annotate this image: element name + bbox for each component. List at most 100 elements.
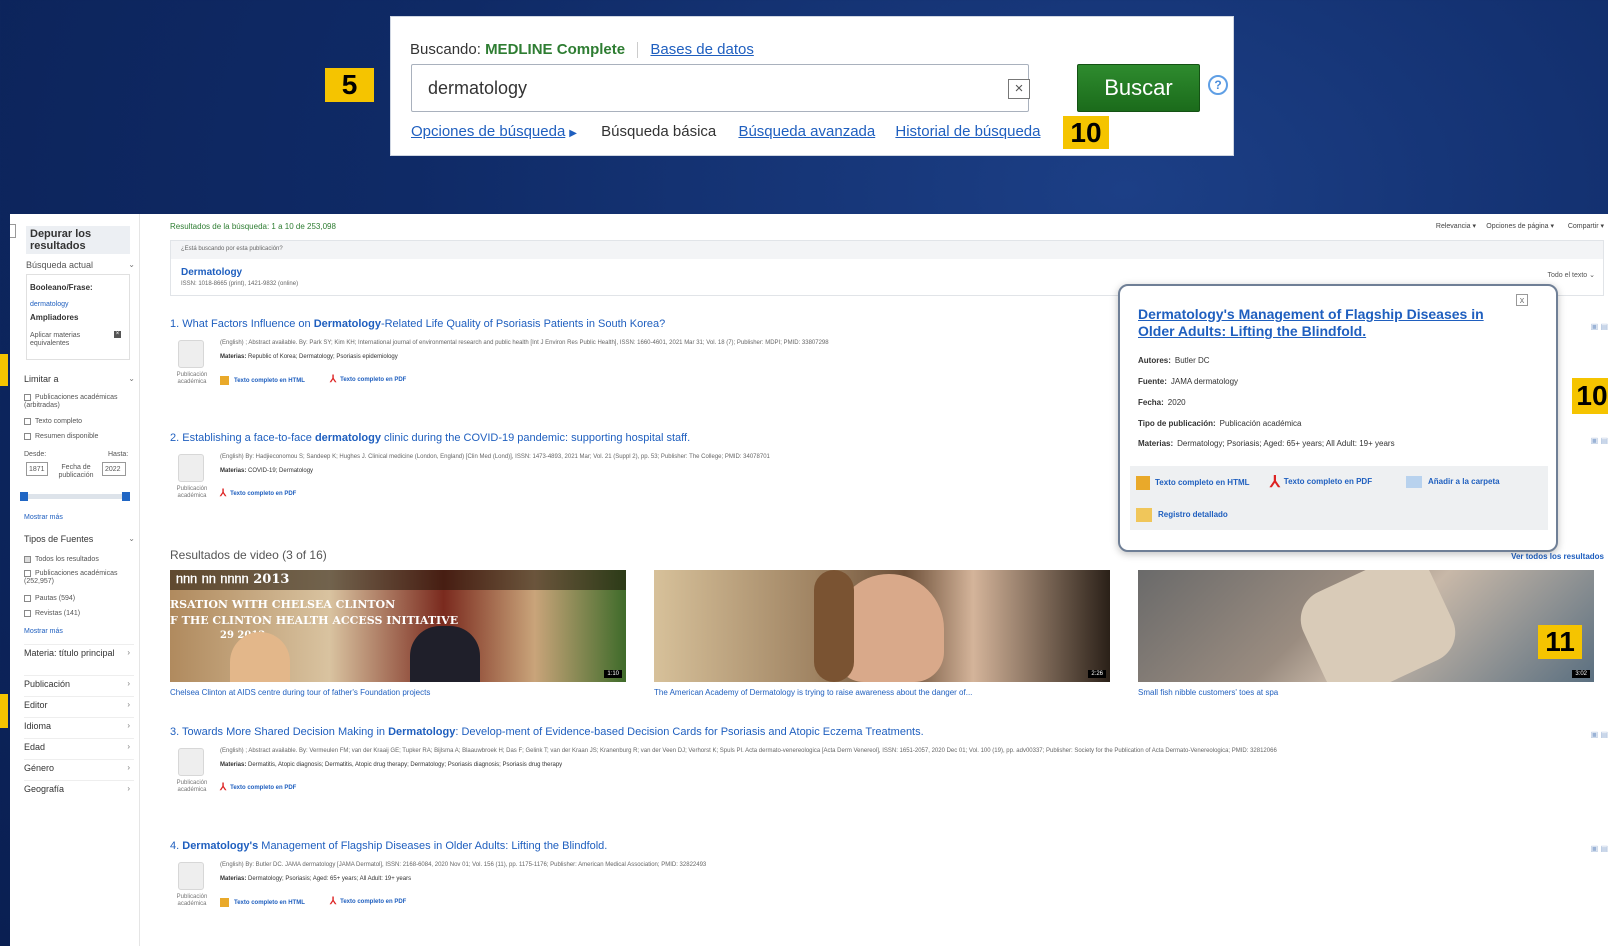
add-to-folder-icon[interactable]: ▣ ▤	[1591, 436, 1608, 445]
limit-scholarly[interactable]: Publicaciones académicas (arbitradas)	[24, 394, 134, 410]
video-caption-link[interactable]: Chelsea Clinton at AIDS centre during to…	[170, 688, 430, 697]
video-thumbnail-3[interactable]: 3:02	[1138, 570, 1594, 682]
search-options-link[interactable]: Opciones de búsqueda	[411, 123, 565, 140]
boolean-value-link[interactable]: dermatology	[30, 301, 69, 308]
subjects-label: Materias:	[220, 468, 247, 474]
html-fulltext-link[interactable]: Texto completo en HTML	[220, 898, 305, 907]
checkbox[interactable]	[24, 610, 31, 617]
clear-search-icon[interactable]: ×	[1008, 79, 1030, 99]
title-highlight: Dermatology's	[182, 840, 259, 852]
facet-language[interactable]: Idioma ›	[24, 717, 134, 731]
pub-name-link[interactable]: Dermatology	[181, 267, 242, 278]
date-slider-track[interactable]	[20, 492, 130, 501]
add-to-folder-icon[interactable]: ▣ ▤	[1591, 322, 1608, 331]
result-title-link[interactable]: 3. Towards More Shared Decision Making i…	[170, 726, 924, 738]
html-fulltext-link[interactable]: Texto completo en HTML	[220, 376, 305, 385]
popover-source: Fuente: JAMA dermatology	[1138, 377, 1238, 386]
source-all[interactable]: Todos los resultados	[24, 556, 99, 564]
result-title-link[interactable]: 4. Dermatology's Management of Flagship …	[170, 840, 607, 852]
popover-pdf-link[interactable]: ⅄ Texto completo en PDF	[1270, 472, 1372, 492]
show-more-link[interactable]: Mostrar más	[24, 628, 63, 635]
limit-label: Resumen disponible	[35, 433, 99, 440]
collapse-sidebar-icon[interactable]	[10, 224, 16, 238]
to-year-input[interactable]: 2022	[102, 462, 126, 476]
popover-detail-link[interactable]: Registro detallado	[1136, 508, 1228, 522]
popover-title-link[interactable]: Dermatology's Management of Flagship Dis…	[1138, 306, 1498, 340]
pdf-fulltext-link[interactable]: ⅄ Texto completo en PDF	[330, 896, 406, 907]
checkbox[interactable]	[24, 394, 31, 401]
facet-age[interactable]: Edad ›	[24, 738, 134, 752]
searching-label: Buscando:	[410, 41, 481, 58]
result-title-link[interactable]: 1. What Factors Influence on Dermatology…	[170, 318, 665, 330]
facet-gender[interactable]: Género ›	[24, 759, 134, 773]
see-all-videos-link[interactable]: Ver todos los resultados	[1511, 552, 1604, 561]
field-value: Publicación académica	[1219, 419, 1302, 428]
pdf-icon: ⅄	[220, 782, 227, 793]
facet-label: Materia: título principal	[24, 648, 115, 658]
page-options-dropdown[interactable]: Opciones de página ▾	[1486, 222, 1554, 230]
link-label: Texto completo en PDF	[1283, 477, 1373, 487]
search-input[interactable]	[411, 64, 1029, 112]
advanced-search-link[interactable]: Búsqueda avanzada	[738, 123, 875, 140]
facet-subject[interactable]: Materia: título principal ›	[24, 644, 134, 672]
show-more-link[interactable]: Mostrar más	[24, 514, 63, 521]
doc-type-label: Publicación académica	[176, 894, 208, 907]
slider-handle-right[interactable]	[122, 492, 130, 501]
search-button[interactable]: Buscar	[1077, 64, 1200, 112]
source-scholarly[interactable]: Publicaciones académicas (252,957)	[24, 570, 134, 586]
result-title-link[interactable]: 2. Establishing a face-to-face dermatolo…	[170, 432, 690, 444]
limit-label: Publicaciones académicas (arbitradas)	[24, 394, 118, 409]
field-value: JAMA dermatology	[1170, 377, 1239, 386]
limit-fulltext[interactable]: Texto completo	[24, 418, 82, 426]
slider-handle-left[interactable]	[20, 492, 28, 501]
callout-10-popover: 10	[1572, 378, 1608, 414]
checkbox[interactable]	[24, 418, 31, 425]
pub-expand-toggle[interactable]: Todo el texto ⌄	[1547, 271, 1595, 279]
result-number: 2.	[170, 432, 180, 444]
share-dropdown[interactable]: Compartir ▾	[1568, 222, 1604, 230]
popover-folder-link[interactable]: Añadir a la carpeta	[1406, 476, 1500, 488]
subjects-value: Dermatitis, Atopic diagnosis; Dermatitis…	[248, 762, 563, 768]
checkbox[interactable]	[24, 433, 31, 440]
chevron-down-icon[interactable]: ⌄	[128, 260, 135, 269]
video-caption-link[interactable]: Small fish nibble customers' toes at spa	[1138, 688, 1278, 697]
from-year-input[interactable]: 1871	[26, 462, 48, 476]
checkbox[interactable]	[24, 556, 31, 563]
chevron-down-icon[interactable]: ⌄	[128, 534, 135, 543]
help-icon[interactable]: ?	[1208, 75, 1228, 95]
pdf-fulltext-link[interactable]: ⅄ Texto completo en PDF	[220, 488, 296, 499]
video-caption-link[interactable]: The American Academy of Dermatology is t…	[654, 688, 972, 697]
add-to-folder-icon[interactable]: ▣ ▤	[1591, 730, 1608, 739]
facet-label: Edad	[24, 742, 46, 752]
facet-geography[interactable]: Geografía ›	[24, 780, 134, 794]
callout-10-history: 10	[1063, 116, 1109, 149]
add-to-folder-icon[interactable]: ▣ ▤	[1591, 844, 1608, 853]
source-guidelines[interactable]: Pautas (594)	[24, 595, 75, 603]
pdf-fulltext-link[interactable]: ⅄ Texto completo en PDF	[220, 782, 296, 793]
databases-link[interactable]: Bases de datos	[650, 41, 753, 58]
doc-type-label: Publicación académica	[176, 372, 208, 385]
chevron-right-icon: ›	[127, 679, 130, 688]
limit-abstract[interactable]: Resumen disponible	[24, 433, 98, 441]
chevron-right-icon: ›	[127, 763, 130, 772]
video-thumbnail-2[interactable]: 2:26	[654, 570, 1110, 682]
source-label: Publicaciones académicas (252,957)	[24, 570, 118, 585]
pdf-fulltext-link[interactable]: ⅄ Texto completo en PDF	[330, 374, 406, 385]
source-magazines[interactable]: Revistas (141)	[24, 610, 80, 618]
checkbox[interactable]	[24, 570, 31, 577]
chevron-down-icon[interactable]: ⌄	[128, 374, 135, 383]
checkbox[interactable]	[24, 595, 31, 602]
video-results-heading: Resultados de video (3 of 16)	[170, 548, 327, 562]
source-types-label: Tipos de Fuentes	[24, 534, 94, 544]
close-icon[interactable]: x	[1516, 294, 1528, 306]
remove-expander-icon[interactable]: ×	[114, 331, 121, 338]
facet-publication[interactable]: Publicación ›	[24, 675, 134, 689]
sort-dropdown[interactable]: Relevancia ▾	[1436, 222, 1476, 230]
title-part: What Factors Influence on	[182, 318, 314, 330]
video-thumbnail-1[interactable]: ᥒᥒᥒ ᥒᥒ ᥒᥒᥒᥒ 2013 RSATION WITH CHELSEA CL…	[170, 570, 626, 682]
search-history-link[interactable]: Historial de búsqueda	[895, 123, 1040, 140]
title-part: -Related Life Quality of Psoriasis Patie…	[380, 318, 666, 330]
facet-publisher[interactable]: Editor ›	[24, 696, 134, 710]
separator	[637, 42, 639, 59]
popover-html-link[interactable]: Texto completo en HTML	[1136, 476, 1250, 490]
